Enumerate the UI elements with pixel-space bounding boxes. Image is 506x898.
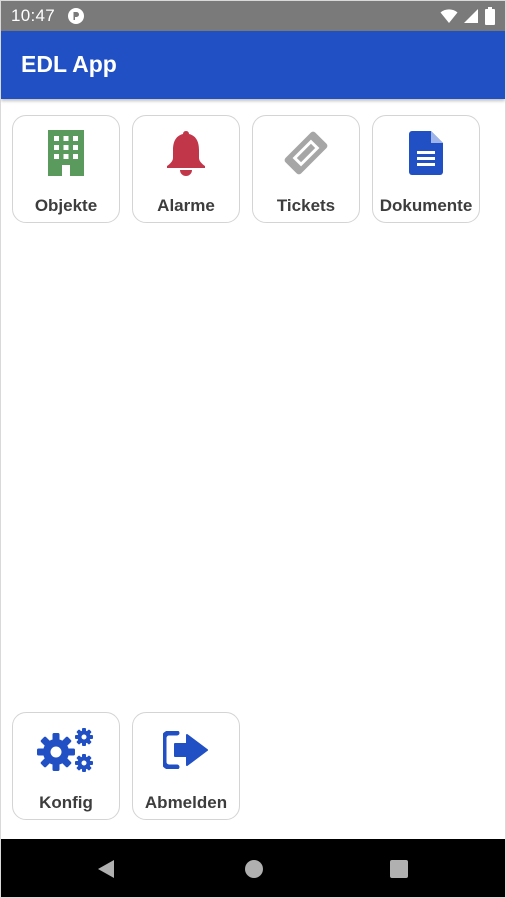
logout-icon <box>133 727 239 773</box>
app-screen: 10:47 EDL App Objekte Alarme Tickets Dok… <box>0 0 506 898</box>
tile-abmelden-label: Abmelden <box>144 793 228 812</box>
signal-icon <box>464 9 478 23</box>
tile-dokumente-label: Dokumente <box>379 196 473 215</box>
tile-alarme[interactable]: Alarme <box>132 115 240 223</box>
bell-icon <box>133 130 239 176</box>
home-icon[interactable] <box>242 857 266 881</box>
document-icon <box>373 130 479 176</box>
tile-objekte[interactable]: Objekte <box>12 115 120 223</box>
tile-konfig[interactable]: Konfig <box>12 712 120 820</box>
status-bar: 10:47 <box>1 1 505 31</box>
status-icons <box>440 7 495 25</box>
tile-tickets-label: Tickets <box>276 196 336 215</box>
battery-icon <box>485 7 495 25</box>
wifi-icon <box>440 9 458 23</box>
tile-abmelden[interactable]: Abmelden <box>132 712 240 820</box>
tile-dokumente[interactable]: Dokumente <box>372 115 480 223</box>
gears-icon <box>13 727 119 773</box>
tile-objekte-label: Objekte <box>34 196 98 215</box>
ticket-icon <box>253 130 359 176</box>
app-bar: EDL App <box>1 31 505 99</box>
status-time: 10:47 <box>11 6 56 25</box>
tile-tickets[interactable]: Tickets <box>252 115 360 223</box>
tile-konfig-label: Konfig <box>39 793 93 812</box>
tile-alarme-label: Alarme <box>157 196 215 215</box>
recents-icon[interactable] <box>387 857 411 881</box>
navigation-bar <box>1 839 505 897</box>
app-title: EDL App <box>21 51 117 77</box>
back-icon[interactable] <box>94 857 118 881</box>
building-icon <box>13 130 119 176</box>
app-notification-icon <box>68 8 84 24</box>
